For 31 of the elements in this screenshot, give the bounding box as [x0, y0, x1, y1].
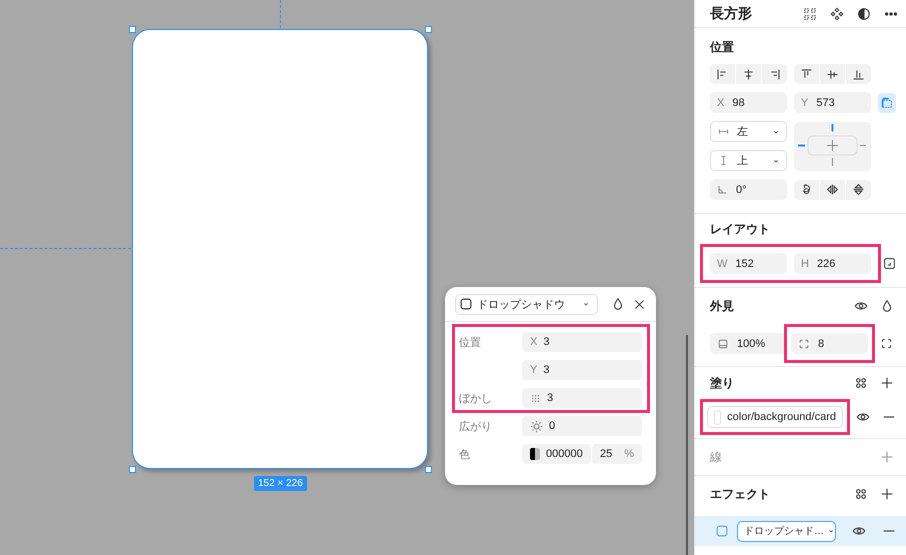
section-title: 外見: [710, 298, 734, 314]
section-title: 線: [710, 448, 722, 466]
input-field[interactable]: X 98: [710, 92, 787, 113]
section-title: 位置: [710, 38, 734, 56]
rotation-field[interactable]: 0°: [710, 179, 787, 200]
opacity-field[interactable]: 25 %: [592, 444, 642, 464]
input-field[interactable]: 3: [522, 388, 642, 408]
color-field[interactable]: 000000: [522, 444, 591, 464]
input-field[interactable]: Y 3: [522, 360, 642, 380]
field-label: 広がり: [459, 420, 493, 434]
input-field[interactable]: Y 573: [794, 92, 871, 113]
input-field[interactable]: 100%: [710, 333, 787, 354]
input-field[interactable]: X 3: [522, 332, 642, 352]
field-label: 位置: [459, 336, 482, 350]
input-field[interactable]: W 152: [710, 253, 787, 274]
size-label: 152 × 226: [254, 476, 307, 491]
input-field[interactable]: 8: [791, 333, 868, 354]
panel-title: 長方形: [710, 4, 752, 22]
effect-row[interactable]: ドロップシャド…: [695, 516, 906, 546]
field-label: ぼかし: [459, 392, 493, 406]
section-title: エフェクト: [710, 486, 770, 502]
field-label: 色: [459, 448, 471, 462]
effect-type-dropdown[interactable]: ドロップシャドウ: [455, 294, 598, 314]
input-field[interactable]: 0: [522, 416, 642, 436]
section-title: 塗り: [710, 374, 734, 392]
vertical-constraint-dropdown[interactable]: 上: [710, 150, 787, 171]
horizontal-constraint-dropdown[interactable]: 左: [710, 121, 787, 142]
section-title: レイアウト: [710, 220, 770, 238]
fill-style-field[interactable]: color/background/card: [707, 406, 843, 428]
effect-type-dropdown[interactable]: ドロップシャド…: [737, 520, 836, 542]
input-field[interactable]: H 226: [794, 253, 871, 274]
